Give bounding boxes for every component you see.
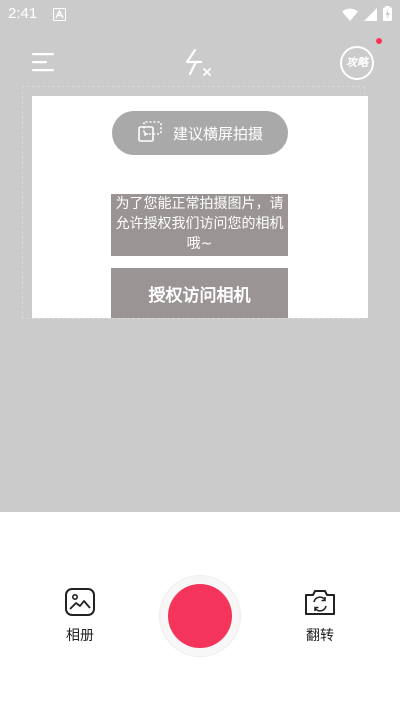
status-bar: 2:41	[0, 0, 400, 28]
guide-button[interactable]: 攻略	[340, 46, 374, 80]
album-icon	[65, 588, 95, 616]
wifi-icon	[342, 7, 358, 25]
shutter-button[interactable]	[160, 576, 240, 656]
album-label: 相册	[66, 628, 94, 644]
bottom-controls: 相册 翻转	[0, 512, 400, 712]
landscape-hint-button[interactable]: 建议横屏拍摄	[112, 111, 288, 155]
camera-preview: 建议横屏拍摄 为了您能正常拍摄图片，请允许授权我们访问您的相机哦~ 授权访问相机	[32, 96, 368, 318]
guide-notification-dot	[376, 38, 382, 44]
landscape-hint-label: 建议横屏拍摄	[172, 124, 263, 143]
flip-label: 翻转	[306, 628, 334, 644]
album-button[interactable]: 相册	[60, 587, 100, 645]
menu-icon[interactable]	[32, 51, 56, 73]
flip-camera-icon	[305, 590, 335, 615]
rotate-screen-icon	[137, 119, 163, 147]
flip-camera-button[interactable]: 翻转	[300, 587, 340, 645]
permission-message: 为了您能正常拍摄图片，请允许授权我们访问您的相机哦~	[111, 194, 288, 256]
battery-charging-icon	[383, 6, 392, 25]
authorize-camera-button[interactable]: 授权访问相机	[111, 268, 288, 318]
a-notification-icon	[53, 8, 66, 21]
flash-off-icon[interactable]	[184, 48, 214, 78]
status-time: 2:41	[8, 5, 38, 22]
shutter-inner	[168, 584, 232, 648]
signal-icon	[364, 7, 377, 25]
